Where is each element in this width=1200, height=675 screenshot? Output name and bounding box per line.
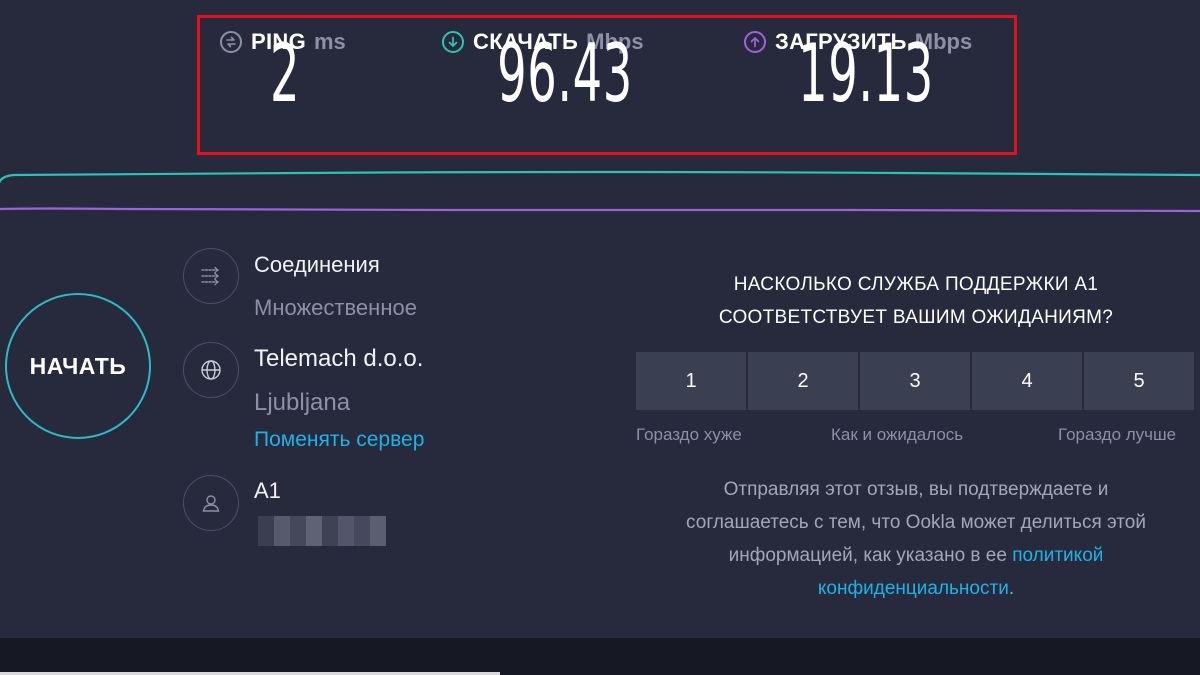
disclaimer-end: . [1008,578,1015,599]
rating-button-2[interactable]: 2 [748,352,858,410]
globe-icon [183,342,239,398]
start-button[interactable]: НАЧАТЬ [5,293,151,439]
rating-button-5[interactable]: 5 [1084,352,1194,410]
disclaimer-line1: Отправляя этот отзыв, вы подтверждаете и [723,479,1109,500]
scale-high-label: Гораздо лучше [1058,425,1177,444]
survey-question: НАСКОЛЬКО СЛУЖБА ПОДДЕРЖКИ A1 СООТВЕТСТВ… [636,268,1196,334]
scale-low-label: Гораздо хуже [636,425,742,444]
survey-disclaimer: Отправляя этот отзыв, вы подтверждаете и… [636,473,1196,605]
connections-value: Множественное [254,295,417,320]
disclaimer-line2: соглашаетесь с тем, что Ookla может дели… [686,512,1146,533]
download-value: 96.43 [497,27,633,120]
server-location: Ljubljana [254,389,351,416]
speed-graph [0,170,1200,213]
ping-unit: ms [314,29,346,54]
upload-arrow-icon [744,31,766,53]
upload-value: 19.13 [798,27,934,120]
survey-question-line2: СООТВЕТСТВУЕТ ВАШИМ ОЖИДАНИЯМ? [718,307,1114,328]
rating-button-4[interactable]: 4 [972,352,1082,410]
server-name: Telemach d.o.o. [254,345,424,372]
rating-button-1[interactable]: 1 [636,352,746,410]
survey-question-line1: НАСКОЛЬКО СЛУЖБА ПОДДЕРЖКИ A1 [733,274,1099,295]
rating-scale: 1 2 3 4 5 [636,352,1194,410]
ping-value: 2 [269,27,301,120]
provider-name: A1 [254,478,281,503]
upload-graph-line [0,207,1200,213]
connections-icon [183,248,239,304]
bottom-bar [0,638,1200,675]
connections-title: Соединения [254,252,380,277]
user-icon [183,475,239,531]
change-server-link[interactable]: Поменять сервер [254,428,424,452]
provider-ip-redacted [258,516,386,546]
download-arrow-icon [442,31,464,53]
download-graph-line [0,170,1200,184]
privacy-policy-link-2[interactable]: конфиденциальности [818,578,1009,599]
rating-button-3[interactable]: 3 [860,352,970,410]
privacy-policy-link-1[interactable]: политикой [1012,545,1103,566]
scale-mid-label: Как и ожидалось [831,425,964,444]
ping-icon [220,31,242,53]
disclaimer-line3: информацией, как указано в ее [728,545,1007,566]
